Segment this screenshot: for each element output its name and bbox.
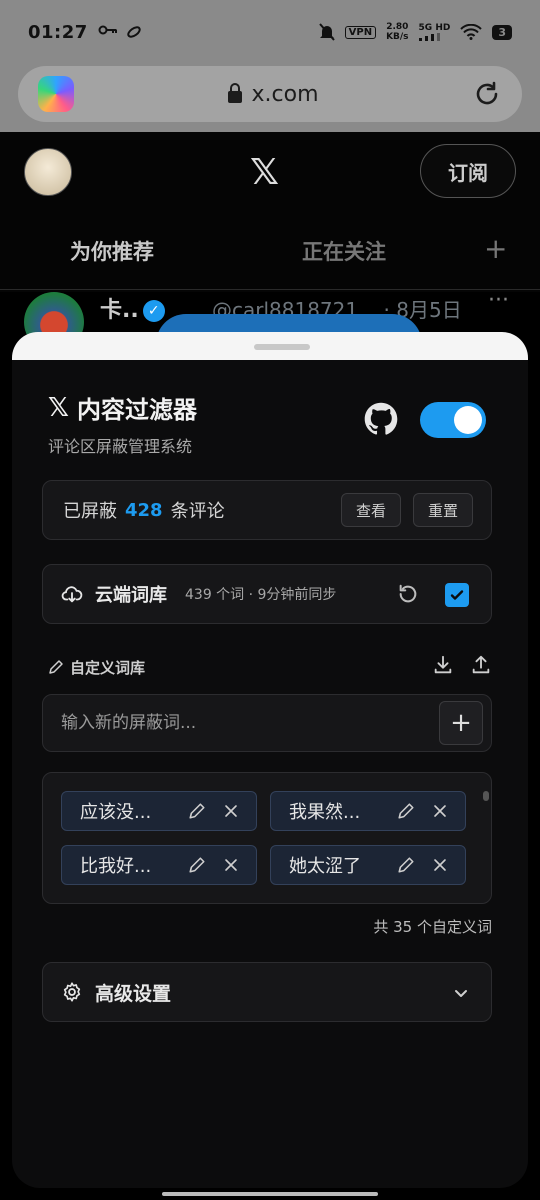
delete-icon[interactable] [224, 804, 238, 818]
filter-enable-toggle[interactable] [420, 402, 486, 438]
mute-icon [318, 23, 335, 41]
tweet-author[interactable]: 卡.. ✓ [100, 292, 165, 324]
panel-subtitle: 评论区屏蔽管理系统 [48, 437, 193, 456]
custom-library-actions [432, 654, 492, 676]
reload-icon [476, 81, 498, 105]
cloud-download-icon [61, 583, 83, 605]
battery-indicator: 3 [492, 24, 512, 40]
word-chip-text: 应该没... [80, 802, 152, 823]
cloud-library-row: 云端词库 439 个词 · 9分钟前同步 [42, 564, 492, 624]
edit-icon[interactable] [397, 856, 415, 874]
key-icon [98, 24, 118, 40]
status-right-icons: VPN 2.80 KB/s 5G HD 3 [318, 22, 512, 42]
status-time: 01:27 [28, 21, 88, 43]
network-label: 5G HD [418, 23, 451, 33]
edit-icon[interactable] [397, 802, 415, 820]
avatar[interactable] [24, 148, 72, 196]
panel-title: 𝕏 内容过滤器 [48, 390, 197, 425]
github-icon[interactable] [364, 402, 398, 436]
custom-word-list[interactable]: 应该没... 我果然... 比我好... 她太涩了 [42, 772, 492, 904]
check-icon [450, 590, 464, 600]
chevron-down-icon[interactable] [453, 985, 469, 1001]
edit-icon[interactable] [188, 856, 206, 874]
delete-icon[interactable] [433, 858, 447, 872]
reset-button[interactable]: 重置 [413, 493, 473, 527]
view-button[interactable]: 查看 [341, 493, 401, 527]
sync-refresh-icon[interactable] [397, 583, 421, 607]
word-chip-text: 我果然... [289, 802, 361, 823]
speed-unit: KB/s [386, 32, 409, 42]
new-word-input[interactable] [61, 713, 421, 733]
home-indicator[interactable] [162, 1192, 378, 1196]
verified-icon: ✓ [142, 300, 165, 322]
word-chip[interactable]: 比我好... [61, 845, 257, 885]
custom-library-header: 自定义词库 [48, 652, 492, 682]
sheet-header [12, 332, 528, 362]
edit-icon[interactable] [188, 802, 206, 820]
word-chip[interactable]: 应该没... [61, 791, 257, 831]
network-type: 5G HD [418, 23, 451, 41]
speed-value: 2.80 [386, 22, 409, 32]
add-word-button[interactable]: + [439, 701, 483, 745]
blocked-suffix: 条评论 [170, 501, 225, 522]
wifi-icon [460, 24, 483, 40]
url-display[interactable]: x.com [74, 82, 472, 107]
vpn-badge: VPN [344, 25, 377, 39]
advanced-settings-row[interactable]: 高级设置 [42, 962, 492, 1022]
more-options-icon[interactable]: ··· [488, 288, 509, 313]
word-chip-text: 她太涩了 [289, 856, 361, 877]
network-speed: 2.80 KB/s [386, 22, 408, 42]
new-word-row: + [42, 694, 492, 752]
word-chip-text: 比我好... [80, 856, 152, 877]
add-tab-button[interactable]: + [484, 232, 507, 265]
advanced-settings-label: 高级设置 [95, 982, 172, 1005]
export-icon[interactable] [470, 654, 492, 676]
filter-panel: 𝕏 内容过滤器 评论区屏蔽管理系统 已屏蔽 428 条评论 查看 重置 云端词库… [12, 360, 528, 1188]
import-icon[interactable] [432, 654, 454, 676]
address-bar[interactable]: x.com [18, 66, 522, 122]
subscribe-button[interactable]: 订阅 [420, 144, 516, 198]
url-text: x.com [251, 81, 319, 107]
status-bar: 01:27 VPN 2.80 KB/s 5G HD 3 [0, 0, 540, 64]
cloud-library-label: 云端词库 [95, 585, 167, 606]
x-header: 𝕏 订阅 为你推荐 正在关注 + [0, 132, 540, 292]
custom-library-title: 自定义词库 [70, 658, 146, 677]
drag-handle[interactable] [254, 344, 310, 350]
x-logo[interactable]: 𝕏 [250, 152, 279, 193]
status-left-icons [98, 24, 142, 40]
pencil-icon [48, 659, 64, 675]
sync-icon [126, 24, 142, 40]
browser-toolbar: x.com [0, 64, 540, 132]
tab-following[interactable]: 正在关注 [302, 236, 386, 266]
gear-icon [61, 981, 83, 1003]
lock-icon [227, 83, 242, 103]
blocked-count: 428 [125, 499, 163, 521]
blocked-prefix: 已屏蔽 [63, 501, 117, 522]
timeline-tabs: 为你推荐 正在关注 + [0, 228, 540, 290]
delete-icon[interactable] [433, 804, 447, 818]
delete-icon[interactable] [224, 858, 238, 872]
blocked-summary: 已屏蔽 428 条评论 查看 重置 [42, 480, 492, 540]
cloud-library-meta: 439 个词 · 9分钟前同步 [185, 587, 337, 603]
x-icon: 𝕏 [48, 392, 69, 423]
custom-word-total: 共 35 个自定义词 [373, 918, 492, 936]
panel-title-text: 内容过滤器 [76, 396, 197, 424]
word-chip[interactable]: 她太涩了 [270, 845, 466, 885]
tweet-author-name: 卡.. [100, 298, 139, 323]
reload-button[interactable] [472, 79, 502, 109]
tab-for-you[interactable]: 为你推荐 [70, 236, 154, 266]
scrollbar[interactable] [483, 791, 489, 801]
cloud-library-checkbox[interactable] [445, 583, 469, 607]
panel-header: 𝕏 内容过滤器 评论区屏蔽管理系统 [48, 390, 197, 457]
copilot-icon[interactable] [38, 76, 74, 112]
signal-icon [418, 33, 440, 41]
toggle-knob [454, 406, 482, 434]
word-chip[interactable]: 我果然... [270, 791, 466, 831]
